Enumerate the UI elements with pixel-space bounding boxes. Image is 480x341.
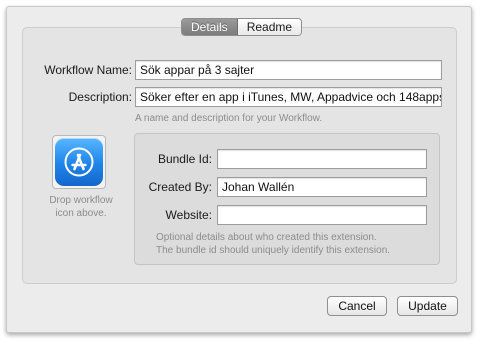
bundle-id-field[interactable]	[217, 149, 427, 169]
workflow-icon-well[interactable]	[52, 135, 106, 189]
created-by-label: Created By:	[148, 180, 212, 194]
tab-readme[interactable]: Readme	[237, 19, 302, 35]
created-by-field[interactable]: Johan Wallén	[217, 177, 427, 197]
workflow-name-label: Workflow Name:	[44, 63, 132, 77]
tab-bar: Details Readme	[181, 18, 303, 36]
extension-details-box: Bundle Id: Created By: Johan Wallén Webs…	[134, 133, 440, 265]
extension-hint-line1: Optional details about who created this …	[156, 232, 377, 243]
drop-icon-caption-line2: icon above.	[55, 208, 107, 219]
name-hint: A name and description for your Workflow…	[135, 113, 323, 124]
drop-icon-caption: Drop workflow icon above.	[35, 194, 127, 220]
description-label: Description:	[68, 90, 132, 104]
app-store-icon	[55, 138, 103, 186]
update-button[interactable]: Update	[397, 296, 458, 316]
tab-details[interactable]: Details	[182, 19, 238, 35]
bundle-id-label: Bundle Id:	[157, 152, 212, 166]
cancel-button[interactable]: Cancel	[327, 296, 387, 316]
details-panel: Workflow Name: Sök appar på 3 sajter Des…	[22, 27, 457, 284]
workflow-name-field[interactable]: Sök appar på 3 sajter	[135, 60, 442, 80]
drop-icon-caption-line1: Drop workflow	[49, 195, 113, 206]
extension-hint-line2: The bundle id should uniquely identify t…	[156, 245, 391, 256]
website-field[interactable]	[217, 205, 427, 225]
website-label: Website:	[165, 208, 212, 222]
workflow-settings-sheet: Details Readme Workflow Name: Sök appar …	[6, 6, 472, 333]
description-field[interactable]: Söker efter en app i iTunes, MW, Appadvi…	[135, 87, 442, 107]
